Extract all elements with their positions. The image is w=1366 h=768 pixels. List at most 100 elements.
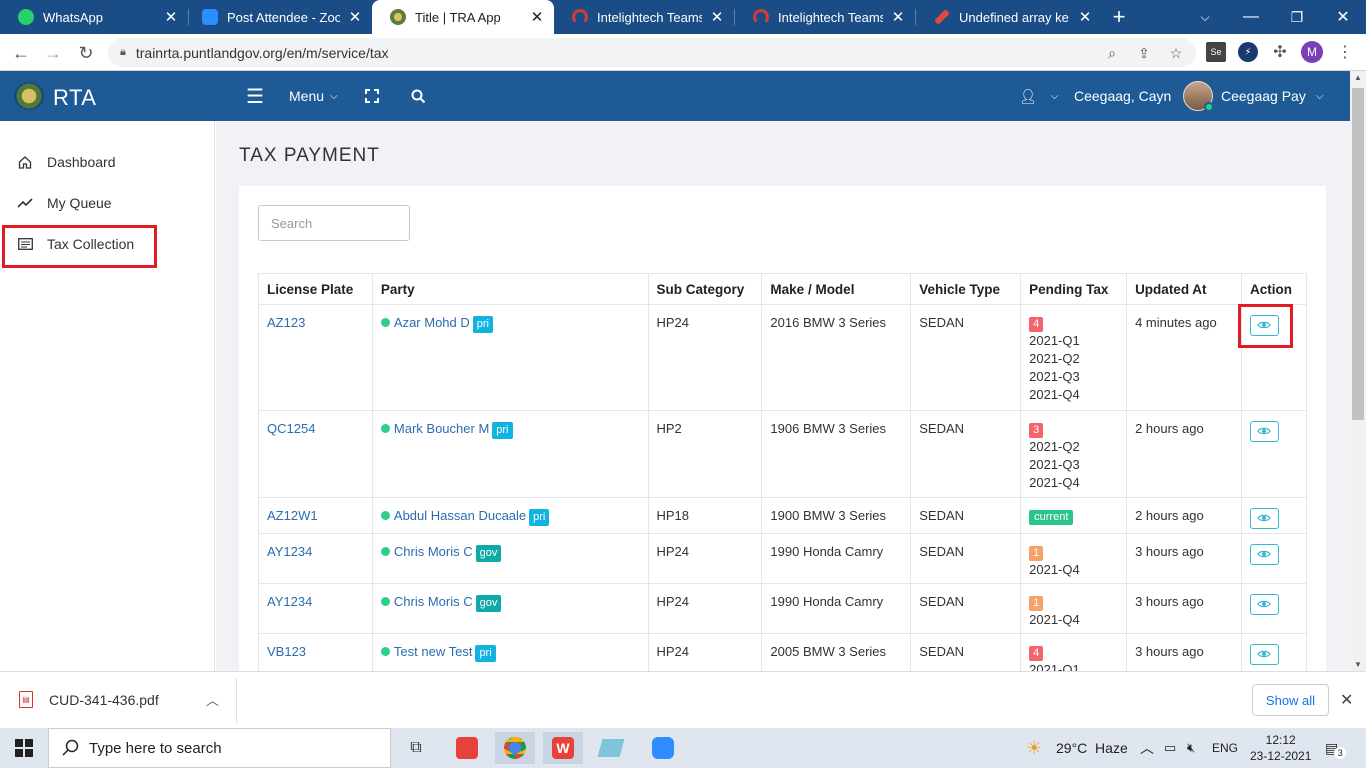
- column-header[interactable]: Party: [371, 273, 649, 305]
- close-icon[interactable]: ✕: [1340, 690, 1353, 710]
- back-arrow-icon[interactable]: ←: [8, 40, 34, 66]
- notes-app-icon[interactable]: [591, 732, 631, 764]
- close-icon[interactable]: ✕: [348, 8, 362, 26]
- tab-whatsapp[interactable]: WhatsApp ✕: [0, 0, 188, 34]
- column-header[interactable]: Pending Tax: [1020, 273, 1128, 305]
- license-plate-link[interactable]: VB123: [267, 644, 306, 659]
- view-button[interactable]: [1249, 421, 1279, 442]
- bookmark-star-icon[interactable]: ☆: [1166, 43, 1186, 63]
- zoom-app-icon[interactable]: [643, 732, 683, 764]
- make-model: 1900 BMW 3 Series: [761, 497, 912, 534]
- headset-icon: [753, 9, 769, 25]
- party-link[interactable]: Mark Boucher M: [394, 421, 489, 436]
- search-input[interactable]: [258, 205, 410, 241]
- windows-start-icon[interactable]: [4, 732, 44, 764]
- pending-quarter: 2021-Q4: [1029, 387, 1080, 402]
- license-plate-link[interactable]: AZ12W1: [267, 508, 318, 523]
- weather-text[interactable]: 29°C Haze: [1056, 728, 1128, 768]
- column-header[interactable]: Make / Model: [761, 273, 912, 305]
- party-link[interactable]: Azar Mohd D: [394, 315, 470, 330]
- rta-emblem-icon: [390, 9, 406, 25]
- tab-tra-app[interactable]: Title | TRA App ✕: [372, 0, 554, 34]
- tab-undefined-array[interactable]: Undefined array ke ✕: [916, 0, 1102, 34]
- party-link[interactable]: Chris Moris C: [394, 594, 473, 609]
- show-all-button[interactable]: Show all: [1252, 684, 1329, 716]
- omnibox[interactable]: 🔒︎ trainrta.puntlandgov.org/en/m/service…: [108, 38, 1196, 67]
- tab-search-chevron-icon[interactable]: ⌵: [1182, 0, 1228, 34]
- chevron-up-icon[interactable]: ︿: [1140, 728, 1154, 768]
- close-icon[interactable]: ✕: [1078, 8, 1092, 26]
- puzzle-extensions-icon[interactable]: ✣: [1270, 42, 1290, 62]
- user-menu[interactable]: 👤︎ ⌵: [1019, 71, 1058, 121]
- tab-title: Intelightech Teams Po: [778, 9, 883, 25]
- account-dropdown[interactable]: Ceegaag Pay ⌵: [1221, 71, 1323, 121]
- taskbar-search[interactable]: Type here to search: [48, 728, 391, 768]
- column-header[interactable]: Vehicle Type: [910, 273, 1022, 305]
- browser-tab-strip: WhatsApp ✕ Post Attendee - Zoom ✕ Title …: [0, 0, 1366, 34]
- party-type-badge: pri: [529, 509, 550, 526]
- view-button[interactable]: [1249, 508, 1279, 529]
- tab-intelightech-2[interactable]: Intelightech Teams Po ✕: [735, 0, 915, 34]
- tax-table-card: License Plate Party Sub Category Make / …: [239, 186, 1326, 671]
- volume-muted-icon[interactable]: 🔇︎: [1187, 728, 1195, 768]
- scroll-up-icon[interactable]: ▲: [1354, 73, 1362, 82]
- party-link[interactable]: Test new Test: [394, 644, 473, 659]
- fullscreen-icon[interactable]: [365, 71, 379, 121]
- close-icon[interactable]: ✕: [164, 8, 178, 26]
- language-indicator[interactable]: ENG: [1212, 728, 1238, 768]
- window-close-button[interactable]: ✕: [1320, 0, 1366, 34]
- weather-icon[interactable]: ☀: [1026, 728, 1042, 768]
- avatar[interactable]: [1183, 81, 1214, 112]
- tab-zoom[interactable]: Post Attendee - Zoom ✕: [184, 0, 372, 34]
- pending-quarter: 2021-Q2: [1029, 439, 1080, 454]
- license-plate-link[interactable]: QC1254: [267, 421, 315, 436]
- notification-icon[interactable]: ▤ 3: [1325, 728, 1347, 768]
- forward-arrow-icon[interactable]: →: [40, 40, 66, 66]
- view-button[interactable]: [1249, 594, 1279, 615]
- make-model: 1990 Honda Camry: [761, 583, 912, 634]
- party-link[interactable]: Chris Moris C: [394, 544, 473, 559]
- wps-office-icon[interactable]: W: [543, 732, 583, 764]
- close-icon[interactable]: ✕: [891, 8, 905, 26]
- sidebar-item-my-queue[interactable]: My Queue: [0, 183, 215, 223]
- new-tab-button[interactable]: +: [1096, 0, 1142, 34]
- selenium-extension-icon[interactable]: Se: [1206, 42, 1226, 62]
- share-icon[interactable]: ⇪: [1134, 43, 1154, 63]
- search-icon: [62, 739, 79, 760]
- restore-button[interactable]: ❐: [1274, 0, 1320, 34]
- page-scrollbar[interactable]: ▲ ▼: [1350, 71, 1366, 671]
- battery-icon[interactable]: ▭: [1164, 728, 1176, 768]
- sidebar-item-dashboard[interactable]: Dashboard: [0, 142, 215, 182]
- reload-icon[interactable]: ↻: [73, 40, 99, 66]
- hamburger-icon[interactable]: ☰: [246, 71, 264, 121]
- license-plate-link[interactable]: AZ123: [267, 315, 305, 330]
- download-file-name[interactable]: CUD-341-436.pdf: [49, 692, 159, 708]
- shield-extension-icon[interactable]: ⚡︎: [1238, 42, 1258, 62]
- view-button[interactable]: [1249, 544, 1279, 565]
- view-button[interactable]: [1249, 644, 1279, 665]
- license-plate-link[interactable]: AY1234: [267, 544, 312, 559]
- scroll-down-icon[interactable]: ▼: [1354, 660, 1362, 669]
- chevron-down-icon: ⌵: [1050, 90, 1059, 102]
- column-header[interactable]: Updated At: [1126, 273, 1242, 305]
- clock[interactable]: 12:12 23-12-2021: [1250, 728, 1311, 768]
- zoom-magnifier-icon[interactable]: ⌕: [1102, 43, 1122, 63]
- chevron-up-icon[interactable]: ︿: [206, 690, 219, 709]
- license-plate-link[interactable]: AY1234: [267, 594, 312, 609]
- task-view-icon[interactable]: ⧉: [396, 732, 436, 764]
- profile-avatar[interactable]: M: [1301, 41, 1323, 63]
- close-icon[interactable]: ✕: [710, 8, 724, 26]
- scrollbar-thumb[interactable]: [1352, 88, 1364, 420]
- menu-dropdown[interactable]: Menu ⌵: [289, 71, 338, 121]
- kebab-menu-icon[interactable]: ⋮: [1335, 42, 1355, 62]
- minimize-button[interactable]: —: [1228, 0, 1274, 34]
- close-icon[interactable]: ✕: [530, 8, 544, 26]
- column-header[interactable]: Sub Category: [647, 273, 763, 305]
- search-icon[interactable]: [411, 71, 426, 121]
- tab-intelightech-1[interactable]: Intelightech Teams Po ✕: [554, 0, 734, 34]
- chrome-icon[interactable]: [495, 732, 535, 764]
- git-app-icon[interactable]: [447, 732, 487, 764]
- party-link[interactable]: Abdul Hassan Ducaale: [394, 508, 526, 523]
- column-header[interactable]: License Plate: [258, 273, 373, 305]
- pending-quarter: 2021-Q3: [1029, 369, 1080, 384]
